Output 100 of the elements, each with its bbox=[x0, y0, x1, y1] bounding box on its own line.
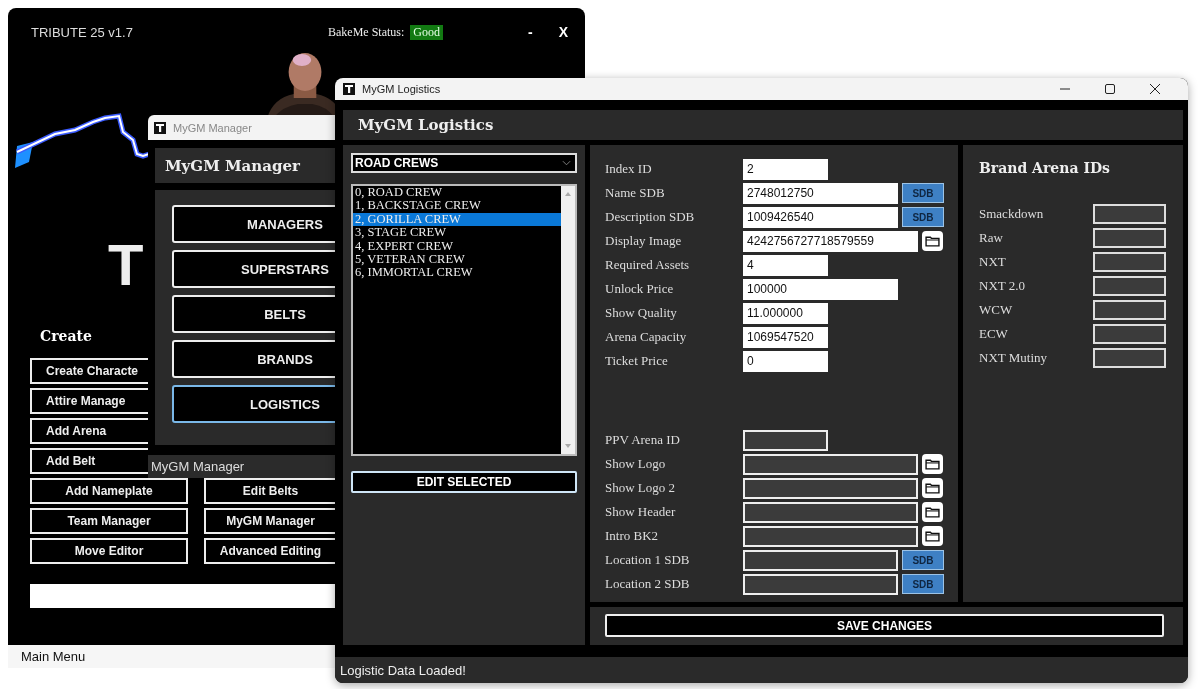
field-label: Smackdown bbox=[979, 206, 1045, 222]
panel-heading: Brand Arena IDs bbox=[979, 160, 1111, 178]
menu-button[interactable]: Move Editor bbox=[30, 538, 188, 564]
field-label: PPV Arena ID bbox=[605, 432, 681, 448]
input-field[interactable] bbox=[1093, 348, 1166, 368]
input-field[interactable]: 0 bbox=[743, 350, 828, 372]
browse-button[interactable] bbox=[922, 231, 943, 251]
save-button[interactable]: SAVE CHANGES bbox=[605, 614, 1164, 637]
input-field[interactable] bbox=[743, 477, 918, 499]
input-field[interactable]: 11.000000 bbox=[743, 302, 828, 324]
field-label: Ticket Price bbox=[605, 353, 669, 369]
sdb-button[interactable]: SDB bbox=[902, 207, 944, 227]
field-label: Intro BK2 bbox=[605, 528, 660, 544]
input-field[interactable] bbox=[1093, 300, 1166, 320]
list-item[interactable]: 5, VETERAN CREW bbox=[353, 253, 561, 267]
nav-button[interactable]: BELTS bbox=[172, 295, 335, 333]
list-item[interactable]: 2, GORILLA CREW bbox=[353, 212, 561, 227]
field-label: Location 1 SDB bbox=[605, 552, 691, 568]
edit-selected-button[interactable]: EDIT SELECTED bbox=[351, 471, 577, 493]
field-label: Name SDB bbox=[605, 185, 666, 201]
status-text: Logistic Data Loaded! bbox=[340, 662, 466, 678]
browse-button[interactable] bbox=[922, 502, 943, 522]
browse-button[interactable] bbox=[922, 478, 943, 498]
caret-icon bbox=[562, 160, 571, 166]
input-field[interactable] bbox=[1093, 228, 1166, 248]
field-label: NXT Mutiny bbox=[979, 350, 1048, 366]
input-field[interactable] bbox=[1093, 276, 1166, 296]
input-field[interactable] bbox=[743, 573, 898, 595]
input-field[interactable] bbox=[743, 501, 918, 523]
panel-heading: MyGM Logistics bbox=[358, 116, 494, 134]
nav-button[interactable]: BRANDS bbox=[172, 340, 335, 378]
field-label: Unlock Price bbox=[605, 281, 675, 297]
input-field[interactable] bbox=[30, 584, 335, 608]
menu-button[interactable]: Edit Belts bbox=[204, 478, 335, 504]
browse-button[interactable] bbox=[922, 454, 943, 474]
input-field[interactable] bbox=[743, 525, 918, 547]
input-field[interactable] bbox=[743, 429, 828, 451]
input-field[interactable] bbox=[1093, 204, 1166, 224]
field-label: NXT bbox=[979, 254, 1007, 270]
sdb-button[interactable]: SDB bbox=[902, 550, 944, 570]
section-heading: Create bbox=[40, 327, 93, 346]
nav-button[interactable]: SUPERSTARS bbox=[172, 250, 335, 288]
field-label: Show Logo bbox=[605, 456, 667, 472]
panel-heading: MyGM Manager bbox=[165, 156, 300, 175]
nav-button[interactable]: LOGISTICS bbox=[172, 385, 335, 423]
close-button[interactable]: X bbox=[558, 24, 568, 40]
menu-button[interactable]: Team Manager bbox=[30, 508, 188, 534]
list-item[interactable]: 3, STAGE CREW bbox=[353, 226, 561, 240]
field-label: ECW bbox=[979, 326, 1009, 342]
sdb-button[interactable]: SDB bbox=[902, 183, 944, 203]
field-label: Location 2 SDB bbox=[605, 576, 691, 592]
field-label: Description SDB bbox=[605, 209, 696, 225]
app-icon bbox=[343, 83, 355, 95]
browse-button[interactable] bbox=[922, 526, 943, 546]
app-icon bbox=[154, 121, 166, 134]
menu-button[interactable]: Attire Manage bbox=[30, 388, 148, 414]
input-field[interactable] bbox=[743, 453, 918, 475]
field-label: Required Assets bbox=[605, 257, 691, 273]
menu-button[interactable]: Add Belt bbox=[30, 448, 148, 474]
input-field[interactable]: 1069547520 bbox=[743, 326, 828, 348]
input-field[interactable] bbox=[1093, 324, 1166, 344]
field-label: Arena Capacity bbox=[605, 329, 688, 345]
menu-button[interactable]: MyGM Manager bbox=[204, 508, 335, 534]
field-label: Show Header bbox=[605, 504, 677, 520]
field-label: Show Quality bbox=[605, 305, 678, 321]
menu-button[interactable]: Add Arena bbox=[30, 418, 148, 444]
field-label: Index ID bbox=[605, 161, 653, 177]
nav-button[interactable]: MANAGERS bbox=[172, 205, 335, 243]
status-value: Good bbox=[410, 24, 443, 40]
minimize-button[interactable]: - bbox=[528, 24, 533, 40]
status-label: BakeMe Status: bbox=[328, 24, 405, 40]
sdb-button[interactable]: SDB bbox=[902, 574, 944, 594]
field-label: WCW bbox=[979, 302, 1014, 318]
input-field[interactable]: 100000 bbox=[743, 278, 898, 300]
window-title: MyGM Manager bbox=[173, 121, 252, 134]
app-title: TRIBUTE 25 v1.7 bbox=[31, 24, 134, 40]
list-item[interactable]: 6, IMMORTAL CREW bbox=[353, 266, 561, 280]
maximize-icon[interactable] bbox=[1105, 84, 1115, 94]
menu-button[interactable]: Add Nameplate bbox=[30, 478, 188, 504]
input-field[interactable]: 2 bbox=[743, 158, 828, 180]
status-text: Main Menu bbox=[21, 649, 86, 664]
logo-letter: T bbox=[108, 236, 144, 294]
category-dropdown[interactable]: ROAD CREWS bbox=[351, 153, 577, 173]
menu-button[interactable]: Advanced Editing bbox=[204, 538, 335, 564]
input-field[interactable]: 4 bbox=[743, 254, 828, 276]
window-title: MyGM Logistics bbox=[362, 83, 441, 95]
input-field[interactable]: 1009426540 bbox=[743, 206, 898, 228]
status-text: MyGM Manager bbox=[151, 459, 245, 474]
input-field[interactable] bbox=[1093, 252, 1166, 272]
list-item[interactable]: 0, ROAD CREW bbox=[353, 186, 561, 200]
field-label: Display Image bbox=[605, 233, 683, 249]
field-label: Show Logo 2 bbox=[605, 480, 677, 496]
menu-button[interactable]: Create Characte bbox=[30, 358, 148, 384]
list-item[interactable]: 1, BACKSTAGE CREW bbox=[353, 199, 561, 213]
input-field[interactable]: 2748012750 bbox=[743, 182, 898, 204]
input-field[interactable] bbox=[743, 549, 898, 571]
list-item[interactable]: 4, EXPERT CREW bbox=[353, 239, 561, 254]
input-field[interactable]: 4242756727718579559 bbox=[743, 230, 918, 252]
field-label: Raw bbox=[979, 230, 1004, 246]
close-icon[interactable] bbox=[1150, 84, 1160, 94]
